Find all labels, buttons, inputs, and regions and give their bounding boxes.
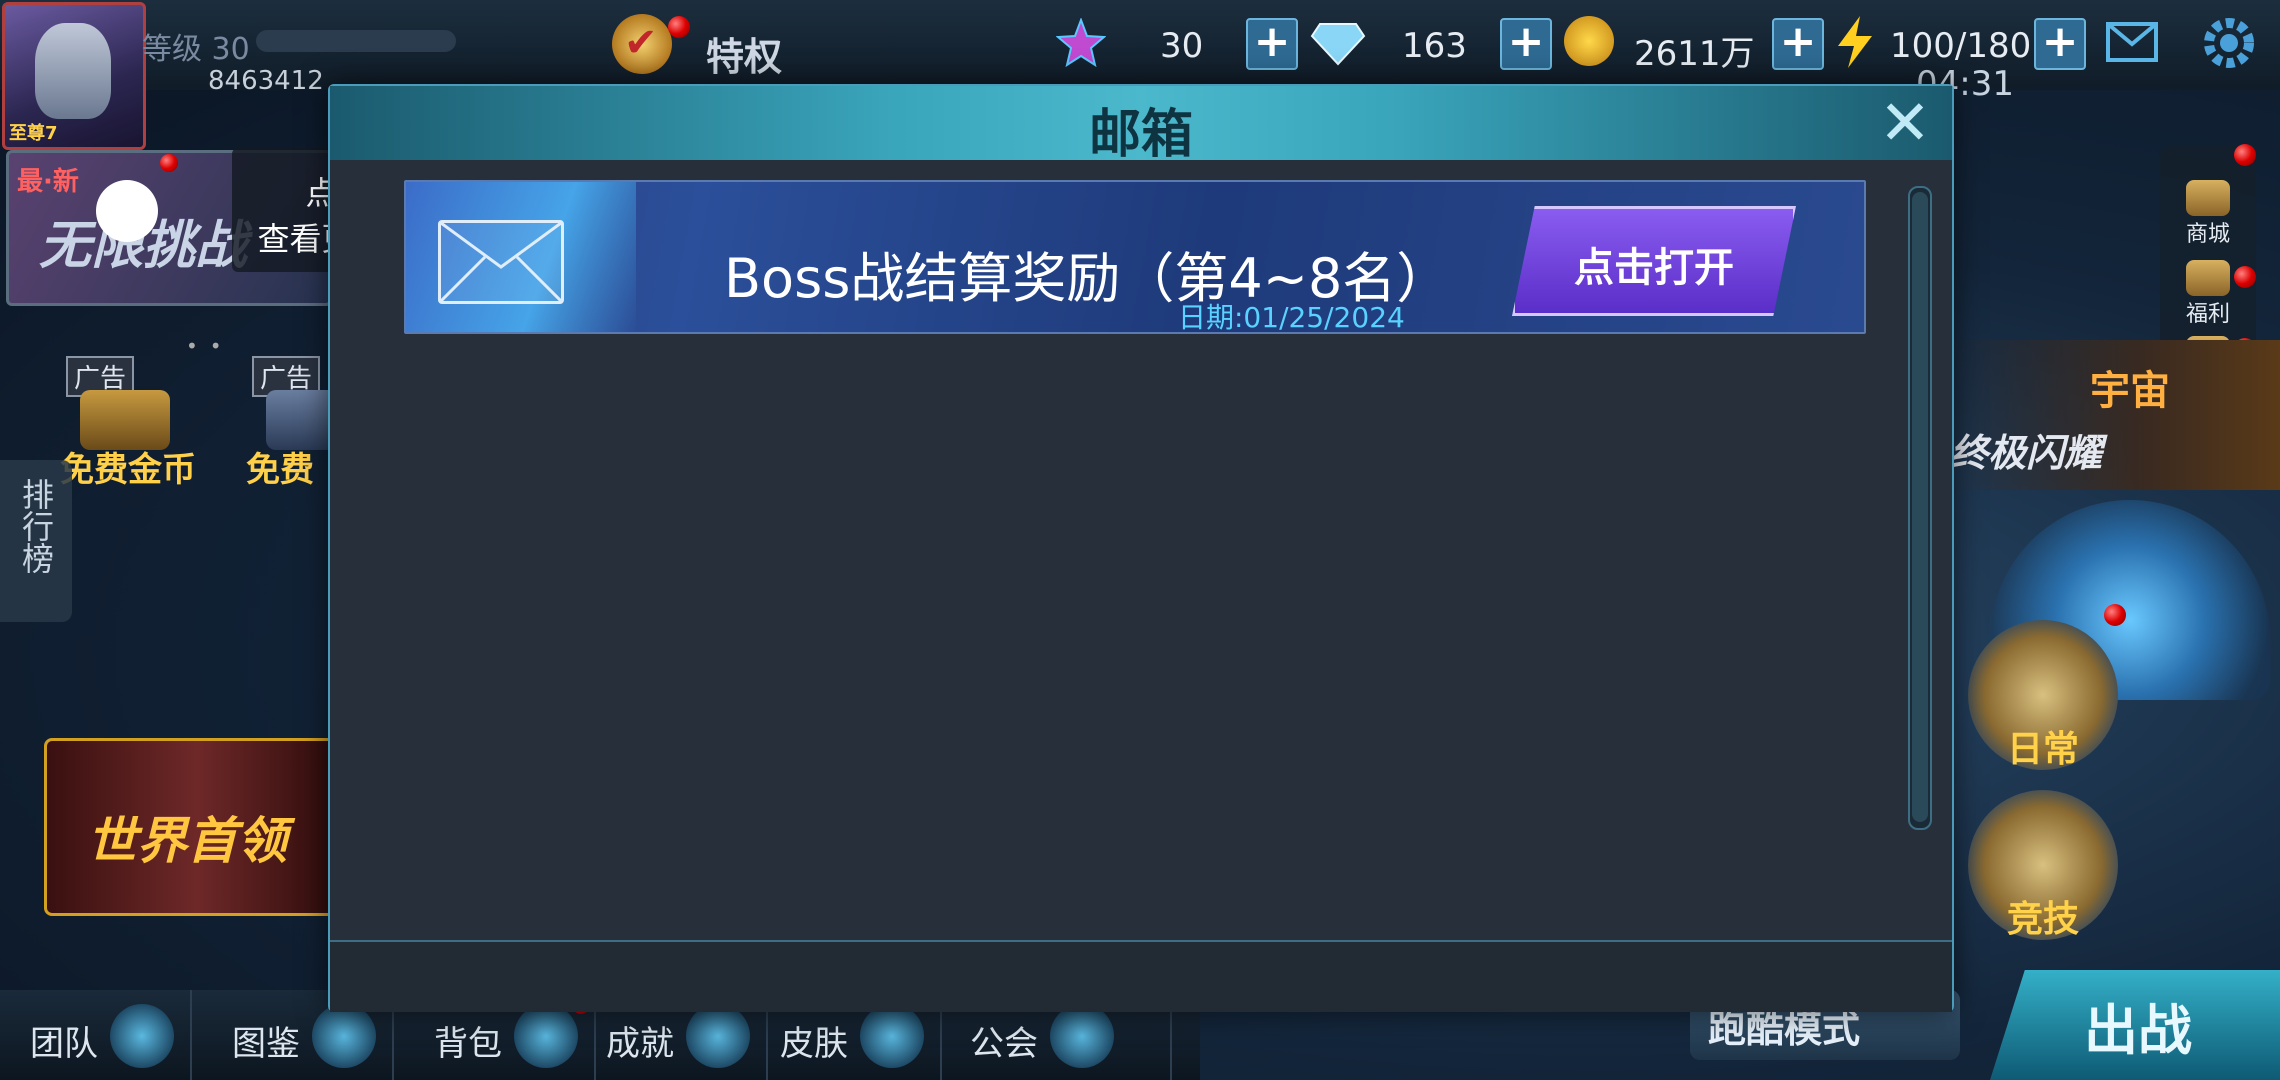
dialog-header: 邮箱 ✕	[330, 86, 1952, 165]
diamond-icon	[1310, 18, 1366, 68]
hero-portrait	[35, 23, 111, 119]
open-mail-button[interactable]: 点击打开	[1512, 206, 1796, 316]
diamonds-value: 163	[1402, 26, 1467, 66]
codex-icon	[312, 1004, 376, 1068]
world-boss-label: 世界首领	[87, 812, 287, 870]
close-icon[interactable]: ✕	[1874, 92, 1936, 154]
guild-icon	[1050, 1004, 1114, 1068]
notification-dot	[2234, 266, 2256, 288]
hero-promo-banner[interactable]: 宇宙 终极闪耀	[1950, 340, 2280, 490]
floating-ball[interactable]	[96, 180, 158, 242]
shop-label: 商城	[2185, 222, 2230, 247]
mail-list: Boss战结算奖励（第4~8名） 日期:01/25/2024 点击打开	[330, 160, 1952, 940]
level-progress-bar	[256, 30, 456, 52]
notification-dot	[160, 154, 178, 172]
promo-title: 宇宙	[2090, 368, 2170, 414]
gift-icon	[2186, 260, 2230, 296]
gold-coin-icon	[1564, 16, 1614, 66]
backpack-icon	[514, 1004, 578, 1068]
energy-icon	[1832, 16, 1882, 68]
daily-button[interactable]: 日常	[1968, 620, 2118, 770]
star-icon	[1055, 17, 1107, 68]
arena-button[interactable]: 竞技	[1968, 790, 2118, 940]
mail-item[interactable]: Boss战结算奖励（第4~8名） 日期:01/25/2024 点击打开	[404, 180, 1866, 334]
treasure-chest-icon	[80, 390, 170, 450]
mail-icon[interactable]	[2106, 22, 2158, 62]
add-diamonds-button[interactable]: +	[1500, 18, 1552, 70]
energy-value: 100/180	[1890, 26, 2032, 66]
rank-badge: 至尊7	[9, 123, 58, 144]
skins-label: 皮肤	[780, 1024, 848, 1064]
achievements-icon	[686, 1004, 750, 1068]
battle-label: 出战	[2084, 999, 2192, 1062]
free-gold-label: 免费金币	[60, 450, 196, 490]
dialog-footer	[330, 940, 1952, 1012]
achievements-label: 成就	[606, 1024, 674, 1064]
vip-privilege-icon[interactable]: ✔	[612, 14, 672, 74]
arena-label: 竞技	[2006, 899, 2079, 940]
free-gold-ad[interactable]: 广告 免费金币	[60, 356, 196, 490]
player-avatar[interactable]: 至尊7	[2, 2, 146, 150]
skins-icon	[860, 1004, 924, 1068]
level-value: 30	[211, 32, 250, 67]
dialog-title: 邮箱	[1088, 105, 1193, 165]
notification-dot	[2104, 604, 2126, 626]
codex-label: 图鉴	[232, 1024, 300, 1064]
open-mail-label: 点击打开	[1574, 245, 1734, 291]
promo-subtitle: 终极闪耀	[1950, 431, 2103, 475]
level-label: 等级 30	[142, 32, 250, 67]
free-label: 免费	[246, 450, 314, 490]
stars-value: 30	[1160, 26, 1204, 66]
daily-label: 日常	[2006, 729, 2079, 770]
guild-label: 公会	[970, 1024, 1038, 1064]
gold-value: 2611万	[1634, 34, 1755, 74]
scroll-thumb[interactable]	[1912, 192, 1928, 822]
mail-date: 日期:01/25/2024	[1178, 301, 1405, 334]
battle-button[interactable]: 出战	[1990, 970, 2280, 1080]
mail-list-scrollbar[interactable]	[1908, 186, 1932, 830]
new-tag: 最·新	[17, 167, 79, 197]
banner-pager-dots: ••	[186, 334, 234, 358]
add-gold-button[interactable]: +	[1772, 18, 1824, 70]
cart-icon	[2186, 180, 2230, 216]
add-energy-button[interactable]: +	[2034, 18, 2086, 70]
shop-button[interactable]: 商城	[2160, 176, 2256, 254]
player-id: 8463412	[208, 66, 324, 96]
team-tab[interactable]: 团队	[0, 990, 192, 1080]
team-icon	[110, 1004, 174, 1068]
mailbox-dialog: 邮箱 ✕ Boss战结算奖励（第4~8名） 日期:01/25/2024 点击打开	[328, 84, 1954, 1012]
notification-dot	[668, 16, 690, 38]
vip-privilege-label[interactable]: 特权	[706, 26, 782, 81]
envelope-icon	[438, 220, 564, 304]
notification-dot	[2234, 144, 2256, 166]
welfare-label: 福利	[2185, 302, 2230, 327]
ranking-label: 排行榜	[17, 478, 55, 574]
ranking-tab[interactable]: 排行榜	[0, 460, 72, 622]
backpack-label: 背包	[434, 1024, 502, 1064]
add-stars-button[interactable]: +	[1246, 18, 1298, 70]
world-boss-banner[interactable]: 世界首领	[44, 738, 350, 916]
team-label: 团队	[30, 1024, 98, 1064]
settings-gear-icon[interactable]	[2198, 12, 2260, 74]
